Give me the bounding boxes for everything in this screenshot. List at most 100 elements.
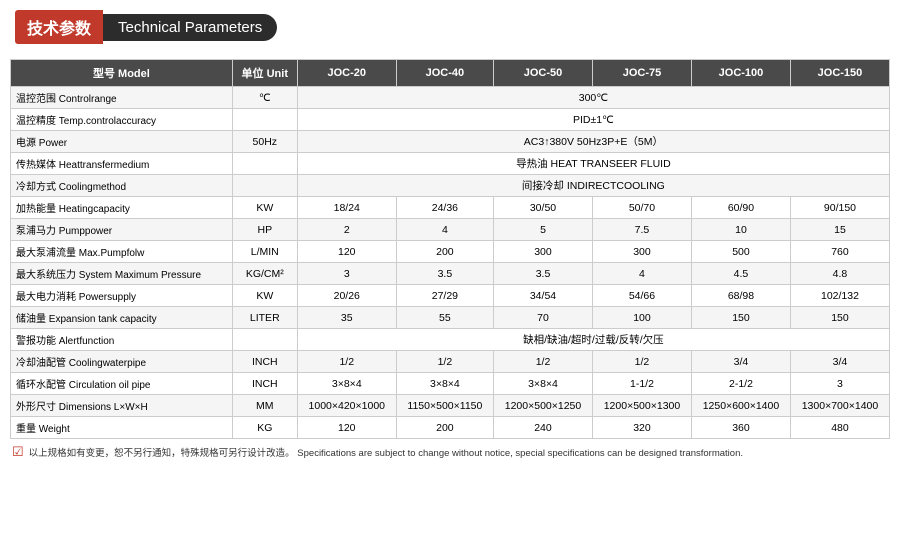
row-unit: HP — [232, 219, 297, 241]
row-label: 储油量 Expansion tank capacity — [11, 307, 233, 329]
row-unit — [232, 329, 297, 351]
row-value: 3.5 — [396, 263, 493, 285]
row-value: 4.8 — [790, 263, 889, 285]
row-value: 50/70 — [592, 197, 691, 219]
row-value: 300 — [592, 241, 691, 263]
row-label: 最大系统压力 System Maximum Pressure — [11, 263, 233, 285]
table-row: 循环水配管 Circulation oil pipeINCH3×8×43×8×4… — [11, 373, 890, 395]
row-span-value: 导热油 HEAT TRANSEER FLUID — [297, 153, 889, 175]
row-unit: KW — [232, 197, 297, 219]
row-value: 30/50 — [494, 197, 593, 219]
table-wrapper: 型号 Model 单位 Unit JOC-20 JOC-40 JOC-50 JO… — [0, 59, 900, 439]
header-title-cn: 技术参数 — [15, 10, 103, 44]
row-value: 500 — [691, 241, 790, 263]
row-value: 200 — [396, 241, 493, 263]
col-joc40: JOC-40 — [396, 60, 493, 87]
row-value: 3×8×4 — [297, 373, 396, 395]
row-value: 90/150 — [790, 197, 889, 219]
row-value: 1/2 — [396, 351, 493, 373]
row-value: 3/4 — [790, 351, 889, 373]
row-value: 1250×600×1400 — [691, 395, 790, 417]
row-label: 冷却方式 Coolingmethod — [11, 175, 233, 197]
row-value: 1000×420×1000 — [297, 395, 396, 417]
table-row: 警报功能 Alertfunction缺相/缺油/超时/过载/反转/欠压 — [11, 329, 890, 351]
row-label: 加热能量 Heatingcapacity — [11, 197, 233, 219]
row-value: 5 — [494, 219, 593, 241]
row-value: 70 — [494, 307, 593, 329]
row-value: 480 — [790, 417, 889, 439]
row-unit: INCH — [232, 373, 297, 395]
row-value: 102/132 — [790, 285, 889, 307]
row-value: 10 — [691, 219, 790, 241]
row-label: 传热媒体 Heattransfermedium — [11, 153, 233, 175]
row-value: 35 — [297, 307, 396, 329]
footer-text: 以上规格如有变更，恕不另行通知，特殊规格可另行设计改造。 Specificati… — [29, 445, 743, 459]
row-label: 警报功能 Alertfunction — [11, 329, 233, 351]
row-value: 34/54 — [494, 285, 593, 307]
row-value: 300 — [494, 241, 593, 263]
row-unit: MM — [232, 395, 297, 417]
row-value: 150 — [790, 307, 889, 329]
row-label: 重量 Weight — [11, 417, 233, 439]
col-joc100: JOC-100 — [691, 60, 790, 87]
row-span-value: 间接冷却 INDIRECTCOOLING — [297, 175, 889, 197]
col-joc50: JOC-50 — [494, 60, 593, 87]
row-unit — [232, 109, 297, 131]
row-unit: L/MIN — [232, 241, 297, 263]
row-value: 18/24 — [297, 197, 396, 219]
row-label: 外形尺寸 Dimensions L×W×H — [11, 395, 233, 417]
row-value: 4.5 — [691, 263, 790, 285]
row-label: 温控范围 Controlrange — [11, 87, 233, 109]
col-joc20: JOC-20 — [297, 60, 396, 87]
row-value: 54/66 — [592, 285, 691, 307]
row-label: 电源 Power — [11, 131, 233, 153]
row-unit: KW — [232, 285, 297, 307]
row-value: 3 — [297, 263, 396, 285]
header-title-en: Technical Parameters — [103, 14, 277, 41]
row-value: 1/2 — [592, 351, 691, 373]
table-row: 电源 Power50HzAC3↑380V 50Hz3P+E（5M） — [11, 131, 890, 153]
row-value: 3/4 — [691, 351, 790, 373]
table-row: 冷却方式 Coolingmethod 间接冷却 INDIRECTCOOLING — [11, 175, 890, 197]
table-row: 加热能量 HeatingcapacityKW18/2424/3630/5050/… — [11, 197, 890, 219]
row-value: 3.5 — [494, 263, 593, 285]
row-unit: KG/CM² — [232, 263, 297, 285]
row-unit: 50Hz — [232, 131, 297, 153]
row-value: 240 — [494, 417, 593, 439]
row-span-value: 300℃ — [297, 87, 889, 109]
specs-table: 型号 Model 单位 Unit JOC-20 JOC-40 JOC-50 JO… — [10, 59, 890, 439]
row-value: 120 — [297, 241, 396, 263]
row-label: 最大电力消耗 Powersupply — [11, 285, 233, 307]
row-value: 120 — [297, 417, 396, 439]
col-joc150: JOC-150 — [790, 60, 889, 87]
row-value: 3×8×4 — [494, 373, 593, 395]
row-value: 60/90 — [691, 197, 790, 219]
row-value: 100 — [592, 307, 691, 329]
row-value: 4 — [396, 219, 493, 241]
col-unit: 单位 Unit — [232, 60, 297, 87]
col-model: 型号 Model — [11, 60, 233, 87]
table-row: 温控范围 Controlrange℃300℃ — [11, 87, 890, 109]
row-value: 68/98 — [691, 285, 790, 307]
row-value: 1-1/2 — [592, 373, 691, 395]
col-joc75: JOC-75 — [592, 60, 691, 87]
footer-note: ☑ 以上规格如有变更，恕不另行通知，特殊规格可另行设计改造。 Specifica… — [0, 439, 900, 466]
row-value: 4 — [592, 263, 691, 285]
row-value: 1200×500×1300 — [592, 395, 691, 417]
row-value: 3×8×4 — [396, 373, 493, 395]
row-value: 760 — [790, 241, 889, 263]
row-value: 55 — [396, 307, 493, 329]
row-value: 1/2 — [297, 351, 396, 373]
row-value: 320 — [592, 417, 691, 439]
row-value: 7.5 — [592, 219, 691, 241]
row-span-value: PID±1℃ — [297, 109, 889, 131]
row-label: 循环水配管 Circulation oil pipe — [11, 373, 233, 395]
row-span-value: AC3↑380V 50Hz3P+E（5M） — [297, 131, 889, 153]
row-unit: ℃ — [232, 87, 297, 109]
row-value: 1/2 — [494, 351, 593, 373]
row-unit — [232, 175, 297, 197]
table-row: 泵浦马力 PumppowerHP2457.51015 — [11, 219, 890, 241]
row-value: 2-1/2 — [691, 373, 790, 395]
table-row: 外形尺寸 Dimensions L×W×HMM1000×420×10001150… — [11, 395, 890, 417]
row-value: 27/29 — [396, 285, 493, 307]
